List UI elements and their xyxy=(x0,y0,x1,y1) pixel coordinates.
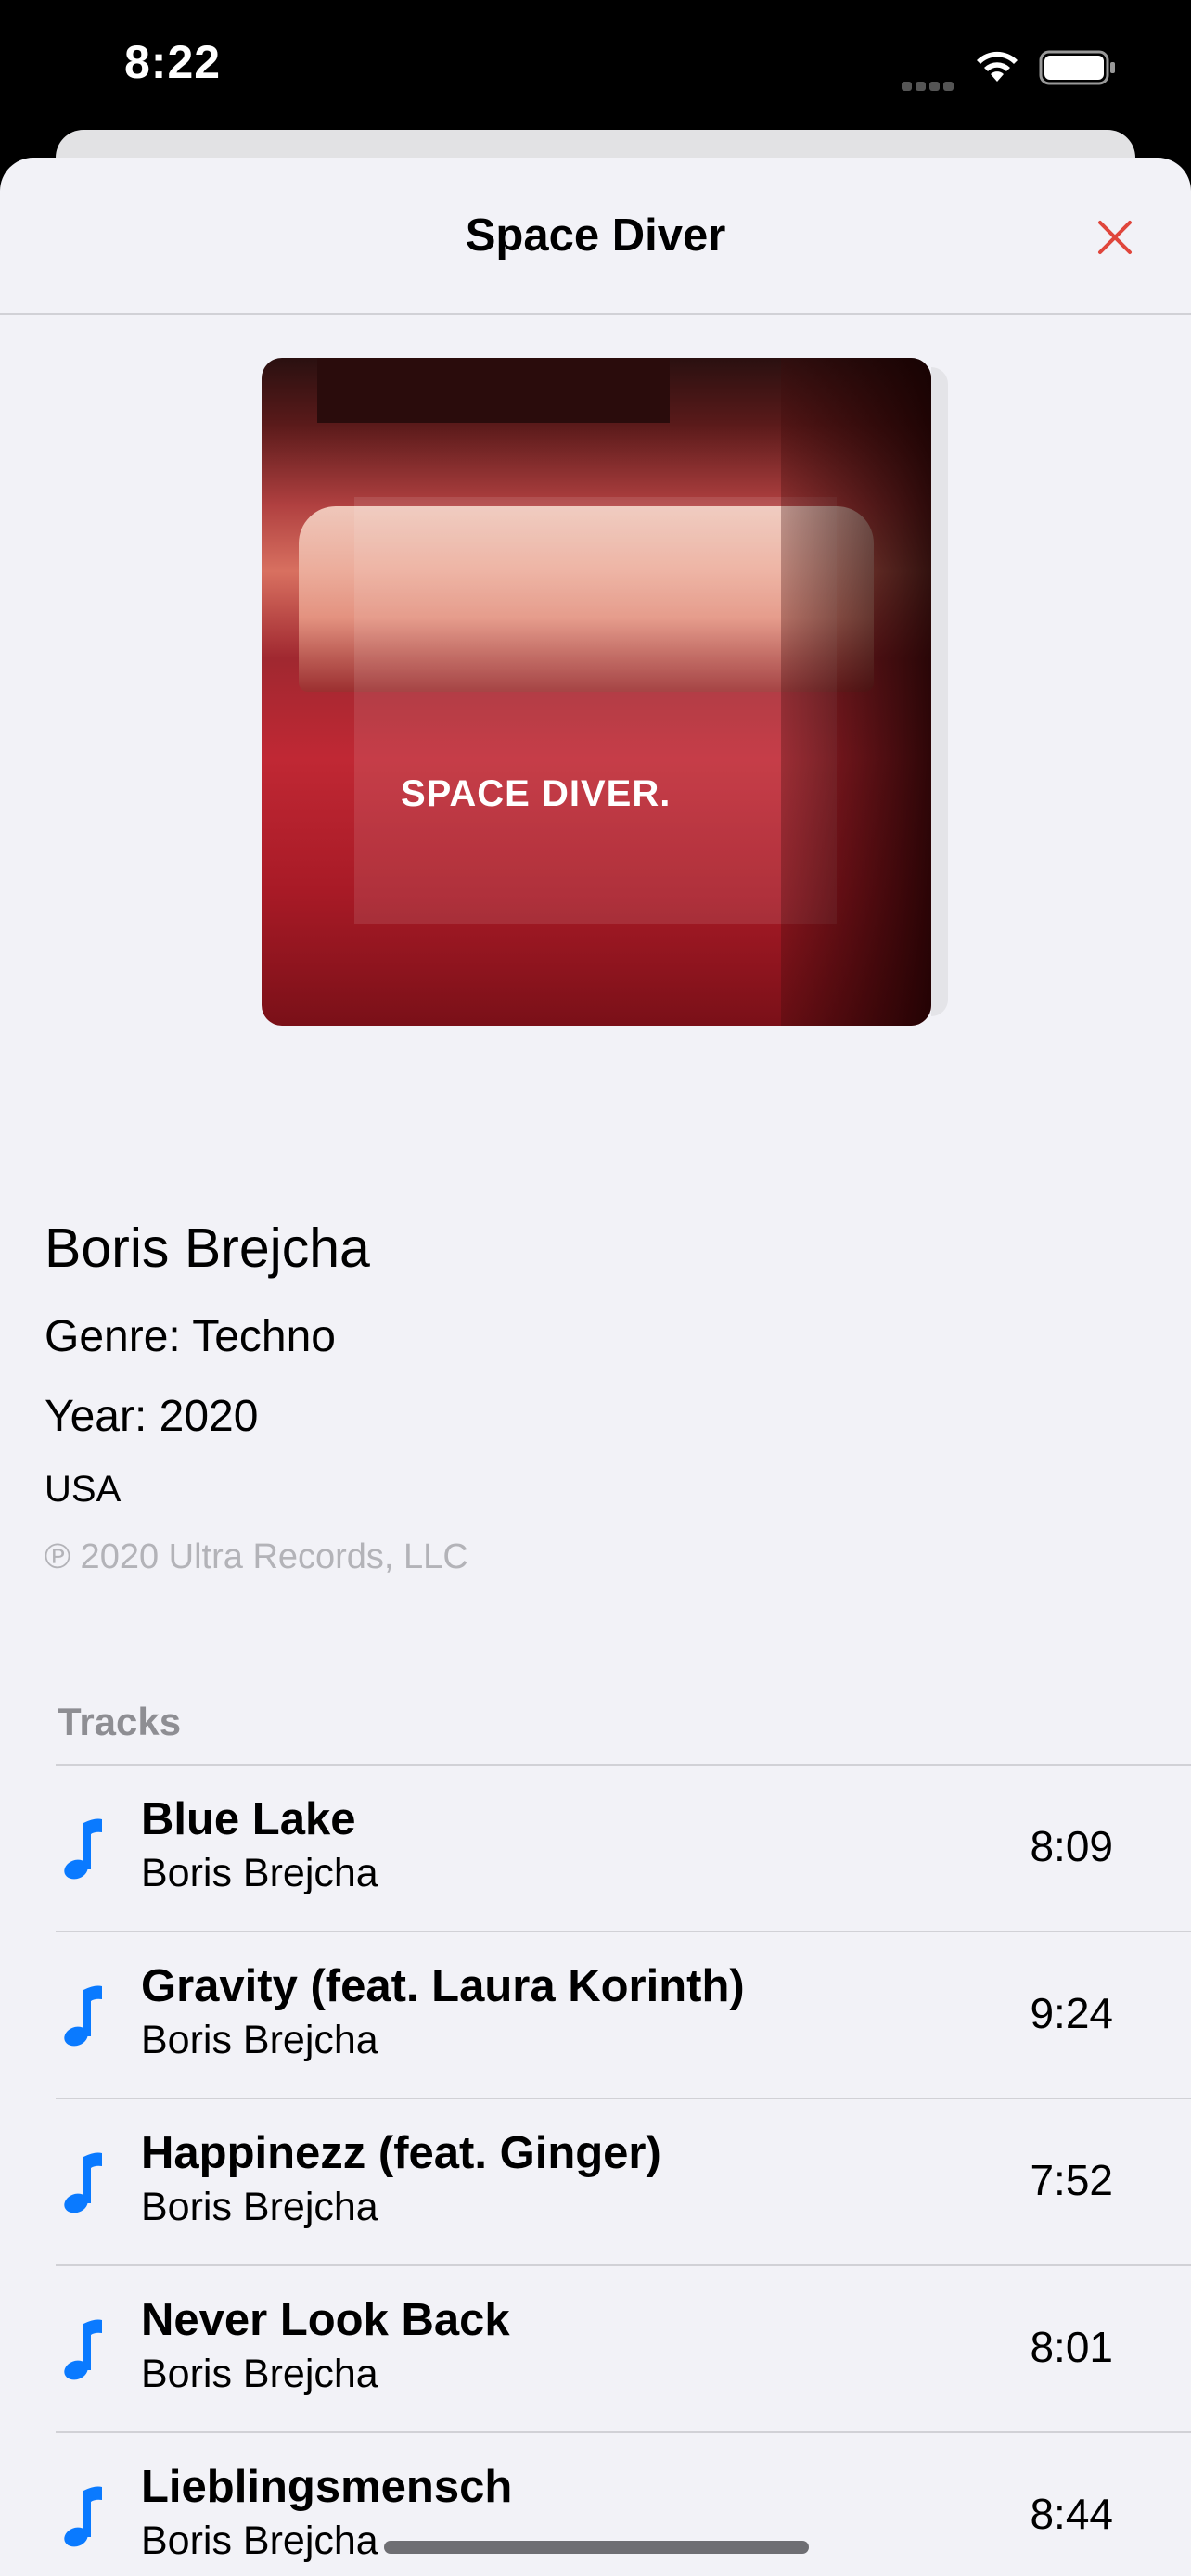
album-cover: SPACE DIVER. xyxy=(262,358,931,1026)
album-copyright: ℗ 2020 Ultra Records, LLC xyxy=(45,1537,468,1576)
music-note-icon xyxy=(64,2152,102,2213)
track-title: Lieblingsmensch xyxy=(141,2462,513,2512)
track-row[interactable]: Never Look Back Boris Brejcha 8:01 xyxy=(56,2266,1191,2433)
track-artist: Boris Brejcha xyxy=(141,2519,378,2563)
wifi-icon xyxy=(977,51,1018,82)
track-duration: 8:09 xyxy=(1030,1822,1113,1870)
track-row[interactable]: Gravity (feat. Laura Korinth) Boris Brej… xyxy=(56,1932,1191,2099)
tracks-section-header: Tracks xyxy=(58,1700,182,1743)
track-artist: Boris Brejcha xyxy=(141,2352,378,2396)
track-row[interactable]: Blue Lake Boris Brejcha 8:09 xyxy=(56,1766,1191,1932)
album-artist: Boris Brejcha xyxy=(45,1218,370,1279)
cover-shadow xyxy=(931,367,948,1016)
track-title: Blue Lake xyxy=(141,1794,356,1844)
album-sheet: Space Diver SPACE DIVER. Boris Brejcha G… xyxy=(0,158,1191,2576)
album-country: USA xyxy=(45,1469,122,1510)
status-time: 8:22 xyxy=(124,36,222,88)
track-duration: 7:52 xyxy=(1030,2156,1113,2204)
track-artist: Boris Brejcha xyxy=(141,2018,378,2062)
music-note-icon xyxy=(64,2486,102,2547)
track-title: Gravity (feat. Laura Korinth) xyxy=(141,1961,745,2011)
track-duration: 8:01 xyxy=(1030,2323,1113,2371)
home-indicator[interactable] xyxy=(384,2541,809,2554)
track-row[interactable]: Lieblingsmensch Boris Brejcha 8:44 xyxy=(56,2433,1191,2576)
track-duration: 8:44 xyxy=(1030,2490,1113,2538)
music-note-icon xyxy=(64,2319,102,2380)
cover-title: SPACE DIVER. xyxy=(401,773,672,814)
navigation-bar: Space Diver xyxy=(0,158,1191,315)
track-list: Blue Lake Boris Brejcha 8:09 Gravity (fe… xyxy=(56,1764,1191,2576)
track-row[interactable]: Happinezz (feat. Ginger) Boris Brejcha 7… xyxy=(56,2099,1191,2266)
track-artist: Boris Brejcha xyxy=(141,1851,378,1895)
album-year: Year: 2020 xyxy=(45,1392,259,1441)
track-title: Never Look Back xyxy=(141,2295,510,2345)
music-note-icon xyxy=(64,1985,102,2047)
close-icon[interactable] xyxy=(1091,213,1139,261)
track-artist: Boris Brejcha xyxy=(141,2185,378,2229)
track-title: Happinezz (feat. Ginger) xyxy=(141,2128,661,2178)
album-genre: Genre: Techno xyxy=(45,1312,336,1361)
music-note-icon xyxy=(64,1818,102,1880)
track-duration: 9:24 xyxy=(1030,1989,1113,2037)
cellular-signal-icon xyxy=(902,74,957,91)
status-bar: 8:22 xyxy=(0,0,1191,139)
nav-title: Space Diver xyxy=(465,210,726,261)
battery-icon xyxy=(1039,50,1115,85)
